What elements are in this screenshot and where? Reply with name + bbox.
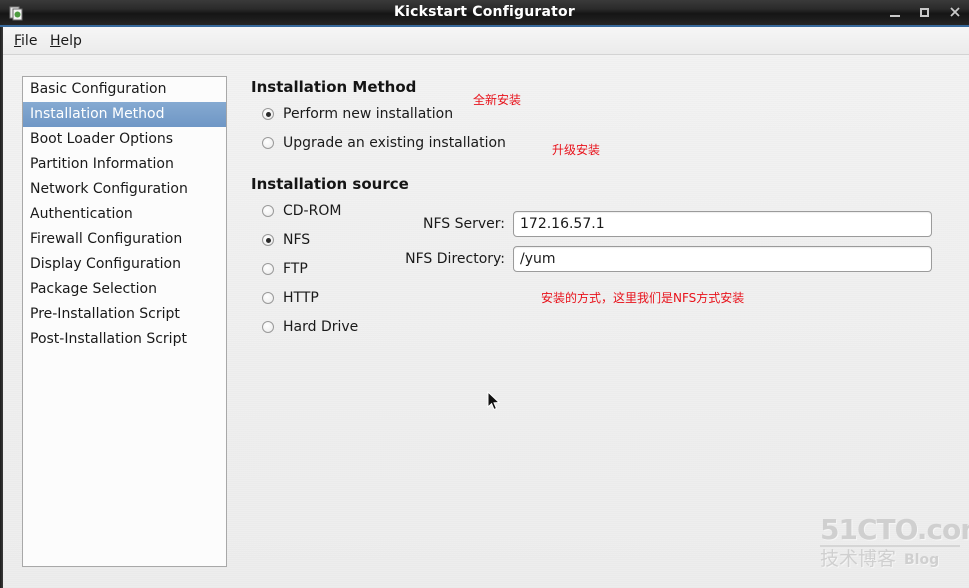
- watermark: 51CTO.com 技术博客 Blog: [820, 513, 969, 577]
- watermark-blog: Blog: [904, 552, 940, 568]
- radio-label: NFS: [283, 232, 311, 248]
- menu-file-rest: ile: [21, 33, 38, 49]
- radio-button-icon[interactable]: [262, 234, 274, 246]
- sidebar-item-authentication[interactable]: Authentication: [23, 202, 226, 227]
- sidebar-item-package-selection[interactable]: Package Selection: [23, 277, 226, 302]
- installation-source-heading: Installation source: [251, 175, 409, 193]
- minimize-button[interactable]: [889, 6, 901, 20]
- radio-label: CD-ROM: [283, 203, 342, 219]
- radio-button-icon[interactable]: [262, 108, 274, 120]
- menu-help-accel: H: [50, 33, 61, 49]
- radio-perform-new-installation[interactable]: Perform new installation: [262, 106, 453, 122]
- radio-label: Hard Drive: [283, 319, 359, 335]
- maximize-button[interactable]: [919, 6, 931, 20]
- sidebar-item-firewall-configuration[interactable]: Firewall Configuration: [23, 227, 226, 252]
- radio-source-http[interactable]: HTTP: [262, 290, 319, 306]
- annotation-source: 安装的方式，这里我们是NFS方式安装: [541, 291, 745, 305]
- mouse-cursor: [487, 390, 501, 412]
- close-button[interactable]: [949, 6, 961, 20]
- nfs-directory-label: NFS Directory:: [405, 251, 505, 267]
- radio-button-icon[interactable]: [262, 205, 274, 217]
- radio-upgrade-existing-installation[interactable]: Upgrade an existing installation: [262, 135, 506, 151]
- sidebar-item-pre-installation-script[interactable]: Pre-Installation Script: [23, 302, 226, 327]
- radio-label: Perform new installation: [283, 106, 454, 122]
- menu-file-accel: F: [14, 33, 22, 49]
- radio-button-icon[interactable]: [262, 137, 274, 149]
- sidebar-item-partition-information[interactable]: Partition Information: [23, 152, 226, 177]
- sidebar-item-basic-configuration[interactable]: Basic Configuration: [23, 77, 226, 102]
- nfs-server-input[interactable]: 172.16.57.1: [513, 211, 932, 237]
- annotation-upgrade: 升级安装: [552, 143, 601, 157]
- radio-source-ftp[interactable]: FTP: [262, 261, 308, 277]
- radio-source-hard-drive[interactable]: Hard Drive: [262, 319, 358, 335]
- radio-button-icon[interactable]: [262, 263, 274, 275]
- sidebar-item-network-configuration[interactable]: Network Configuration: [23, 177, 226, 202]
- nfs-directory-input[interactable]: /yum: [513, 246, 932, 272]
- watermark-subtitle-row: 技术博客 Blog: [820, 545, 960, 570]
- sidebar-item-display-configuration[interactable]: Display Configuration: [23, 252, 226, 277]
- radio-source-nfs[interactable]: NFS: [262, 232, 310, 248]
- window-controls: [889, 0, 961, 25]
- annotation-new-install: 全新安装: [473, 93, 522, 107]
- nfs-server-label: NFS Server:: [423, 216, 505, 232]
- installation-method-heading: Installation Method: [251, 78, 417, 96]
- radio-button-icon[interactable]: [262, 321, 274, 333]
- radio-label: FTP: [283, 261, 308, 277]
- menu-bar: File Help: [0, 27, 969, 55]
- title-bar: Kickstart Configurator: [0, 0, 969, 27]
- watermark-site: 51CTO.com: [820, 513, 969, 546]
- menu-help-rest: elp: [60, 33, 82, 49]
- watermark-cn: 技术博客: [820, 548, 897, 570]
- window-left-edge: [0, 27, 3, 588]
- radio-button-icon[interactable]: [262, 292, 274, 304]
- menu-item-file[interactable]: File: [8, 31, 43, 51]
- application-window: Kickstart Configurator File Help Basic C…: [0, 0, 969, 588]
- radio-label: Upgrade an existing installation: [283, 135, 506, 151]
- sidebar-item-boot-loader-options[interactable]: Boot Loader Options: [23, 127, 226, 152]
- menu-item-help[interactable]: Help: [44, 31, 88, 51]
- radio-label: HTTP: [283, 290, 319, 306]
- sidebar-item-post-installation-script[interactable]: Post-Installation Script: [23, 327, 226, 352]
- section-list[interactable]: Basic Configuration Installation Method …: [22, 76, 227, 567]
- window-title: Kickstart Configurator: [394, 4, 575, 20]
- radio-source-cdrom[interactable]: CD-ROM: [262, 203, 341, 219]
- sidebar-item-installation-method[interactable]: Installation Method: [23, 102, 226, 127]
